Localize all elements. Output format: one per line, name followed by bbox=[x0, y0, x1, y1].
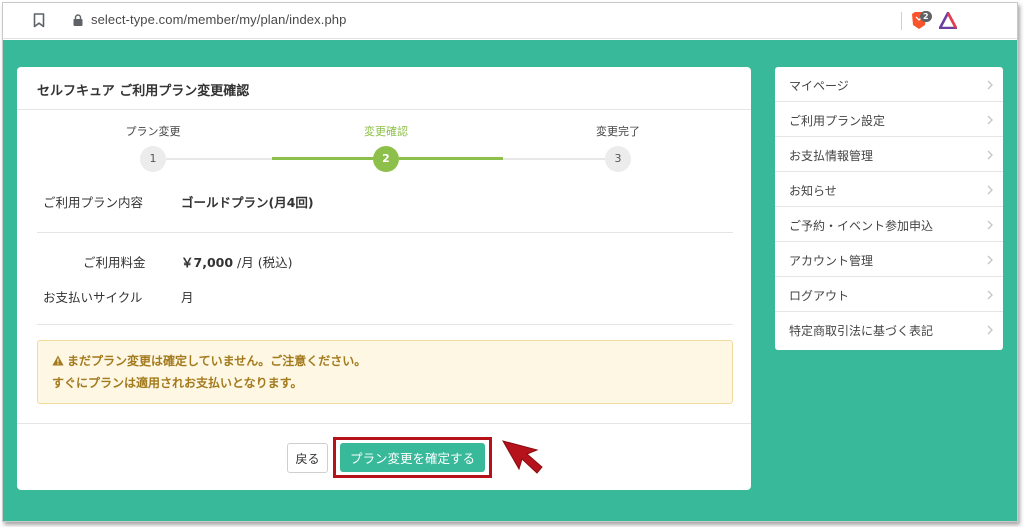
sidebar-item-logout[interactable]: ログアウト bbox=[775, 277, 1003, 312]
warning-alert: まだプラン変更は確定していません。ご注意ください。 すぐにプランは適用されお支払… bbox=[37, 340, 733, 404]
step-progress-line bbox=[166, 158, 272, 160]
alert-text-1: まだプラン変更は確定していません。ご注意ください。 bbox=[67, 354, 367, 368]
footer-divider bbox=[17, 423, 751, 424]
lock-icon[interactable] bbox=[73, 14, 83, 26]
sidebar-item-label: アカウント管理 bbox=[789, 254, 874, 268]
warning-icon bbox=[52, 355, 64, 366]
fee-value: ￥7,000 /月 (税込) bbox=[181, 252, 292, 271]
screenshot-frame: select-type.com/member/my/plan/index.php… bbox=[2, 2, 1018, 522]
chevron-right-icon bbox=[987, 325, 993, 335]
sidebar-item-mypage[interactable]: マイページ bbox=[775, 67, 1003, 102]
sidebar-item-label: マイページ bbox=[789, 79, 849, 93]
step-1-label: プラン変更 bbox=[125, 125, 181, 138]
chevron-right-icon bbox=[987, 80, 993, 90]
back-button[interactable]: 戻る bbox=[287, 443, 328, 473]
step-3-circle: 3 bbox=[605, 146, 631, 172]
card-header-divider bbox=[17, 109, 751, 110]
chevron-right-icon bbox=[987, 185, 993, 195]
sidebar-item-legal-notice[interactable]: 特定商取引法に基づく表記 bbox=[775, 312, 1003, 347]
alert-line-1: まだプラン変更は確定していません。ご注意ください。 bbox=[52, 352, 366, 369]
brave-shield-count: 2 bbox=[920, 11, 932, 22]
sidebar-item-label: お支払情報管理 bbox=[789, 149, 874, 163]
cycle-value: 月 bbox=[181, 290, 194, 305]
sidebar-item-label: お知らせ bbox=[789, 184, 837, 198]
cycle-label: お支払いサイクル bbox=[43, 290, 143, 305]
browser-toolbar: select-type.com/member/my/plan/index.php… bbox=[3, 3, 1017, 39]
plan-confirm-card: セルフキュア ご利用プラン変更確認 プラン変更 変更確認 変更完了 1 2 3 … bbox=[17, 67, 751, 490]
chevron-right-icon bbox=[987, 220, 993, 230]
divider bbox=[37, 232, 733, 233]
url-text[interactable]: select-type.com/member/my/plan/index.php bbox=[91, 12, 346, 27]
toolbar-divider bbox=[901, 12, 902, 30]
divider bbox=[37, 324, 733, 325]
sidebar-item-plan-settings[interactable]: ご利用プラン設定 bbox=[775, 102, 1003, 137]
fee-label: ご利用料金 bbox=[83, 255, 146, 270]
sidebar-item-label: ログアウト bbox=[789, 289, 850, 303]
step-progress-line-active bbox=[399, 157, 503, 160]
fee-amount: ￥7,000 bbox=[181, 255, 234, 270]
confirm-highlight-box: プラン変更を確定する bbox=[333, 437, 492, 478]
plan-label: ご利用プラン内容 bbox=[43, 195, 144, 210]
sidebar-item-reservations[interactable]: ご予約・イベント参加申込 bbox=[775, 207, 1003, 242]
plan-value: ゴールドプラン(月4回) bbox=[181, 195, 314, 210]
sidebar-item-notices[interactable]: お知らせ bbox=[775, 172, 1003, 207]
alert-text-2: すぐにプランは適用されお支払いとなります。 bbox=[52, 376, 303, 390]
card-title: セルフキュア ご利用プラン変更確認 bbox=[37, 84, 250, 99]
step-2-label: 変更確認 bbox=[364, 125, 408, 138]
step-progress-line bbox=[503, 158, 605, 160]
member-sidebar-menu: マイページ ご利用プラン設定 お支払情報管理 お知らせ ご予約・イベント参加申込… bbox=[775, 67, 1003, 350]
brave-rewards-icon[interactable] bbox=[939, 12, 957, 29]
step-1-circle: 1 bbox=[140, 146, 166, 172]
chevron-right-icon bbox=[987, 290, 993, 300]
sidebar-item-label: 特定商取引法に基づく表記 bbox=[789, 324, 934, 338]
step-3-label: 変更完了 bbox=[596, 125, 640, 138]
step-progress-line-active bbox=[272, 157, 387, 160]
chevron-right-icon bbox=[987, 255, 993, 265]
pointer-arrow-icon bbox=[501, 440, 543, 474]
confirm-plan-change-button[interactable]: プラン変更を確定する bbox=[340, 443, 485, 472]
bookmark-icon[interactable] bbox=[33, 13, 45, 28]
fee-unit: /月 (税込) bbox=[237, 255, 293, 270]
step-2-circle: 2 bbox=[373, 146, 399, 172]
sidebar-item-payment-info[interactable]: お支払情報管理 bbox=[775, 137, 1003, 172]
chevron-right-icon bbox=[987, 115, 993, 125]
sidebar-item-account[interactable]: アカウント管理 bbox=[775, 242, 1003, 277]
sidebar-item-label: ご利用プラン設定 bbox=[789, 114, 886, 128]
sidebar-item-label: ご予約・イベント参加申込 bbox=[789, 219, 934, 233]
chevron-right-icon bbox=[987, 150, 993, 160]
